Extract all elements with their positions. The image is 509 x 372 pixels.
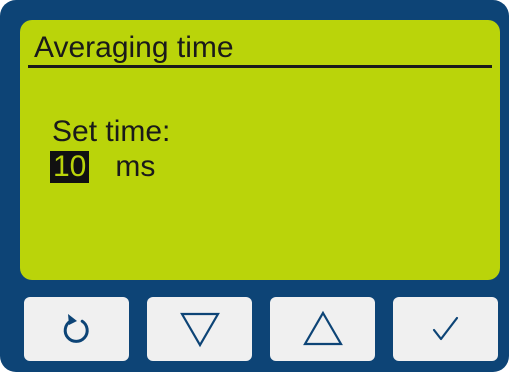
title-divider [28, 65, 492, 68]
lcd-screen: Averaging time Set time: 10 ms [20, 20, 500, 280]
time-value-field[interactable]: 10 [50, 151, 90, 183]
set-time-label: Set time: [52, 115, 171, 148]
triangle-down-icon [179, 310, 221, 348]
checkmark-icon [431, 314, 461, 344]
confirm-button[interactable] [393, 297, 498, 361]
reset-button[interactable] [24, 297, 129, 361]
refresh-icon [61, 312, 93, 346]
time-unit-label: ms [115, 150, 156, 183]
up-button[interactable] [270, 297, 375, 361]
device-panel: Averaging time Set time: 10 ms [0, 0, 509, 372]
triangle-up-icon [302, 310, 344, 348]
down-button[interactable] [147, 297, 252, 361]
screen-title: Averaging time [34, 31, 234, 64]
value-row: 10 ms [50, 151, 155, 183]
